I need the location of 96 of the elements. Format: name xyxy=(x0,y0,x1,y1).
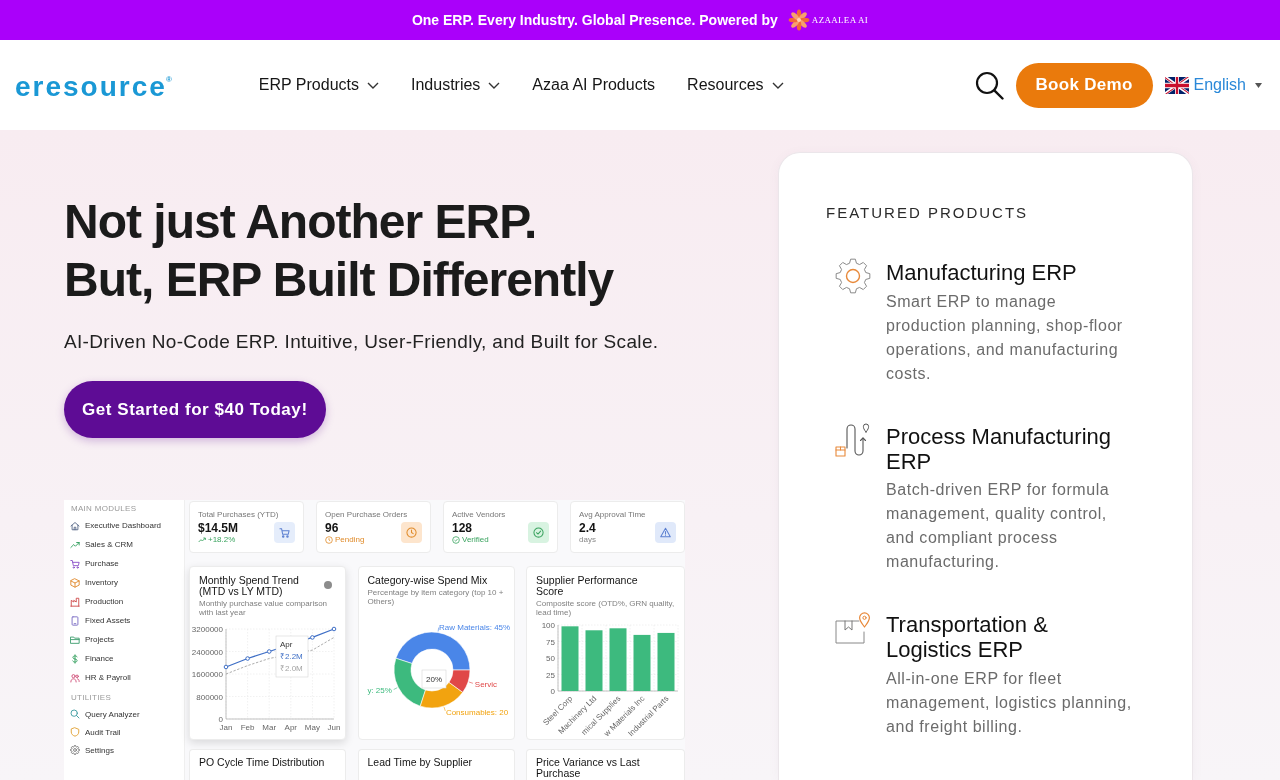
search-button[interactable] xyxy=(974,70,1004,100)
kpi-note: days xyxy=(579,535,596,544)
cart-icon xyxy=(70,558,80,569)
sidebar-item[interactable]: Fixed Assets xyxy=(64,611,184,630)
kpi-label: Total Purchases (YTD) xyxy=(198,510,280,519)
chart-subtitle: Percentage by item category (top 10 + Others) xyxy=(367,588,505,606)
clock-icon xyxy=(401,522,422,543)
trend-up-icon xyxy=(198,535,206,544)
trend-line-icon xyxy=(70,539,80,550)
sidebar-section-title: MAIN MODULES xyxy=(70,504,138,513)
nav-link[interactable]: Industries xyxy=(411,76,501,94)
sidebar-item[interactable]: Sales & CRM xyxy=(64,535,184,554)
product-title[interactable]: Transportation & Logistics ERP xyxy=(886,612,1156,662)
home-icon xyxy=(70,520,80,531)
shield-icon xyxy=(70,727,80,737)
product-description: Batch-driven ERP for formula management, quality control, and compliant process manufacturing. xyxy=(886,480,1111,572)
nav-link[interactable]: Azaa AI Products xyxy=(532,76,656,94)
nav-link[interactable]: ERP Products xyxy=(258,76,379,94)
sidebar-section-title: UTILITIES xyxy=(70,693,113,702)
kpi-label: Active Vendors xyxy=(452,510,507,519)
announcement-text: One ERP. Every Industry. Global Presence. Powered by xyxy=(411,12,778,28)
sidebar-item[interactable]: Production xyxy=(64,592,184,611)
featured-heading: FEATURED PRODUCTS xyxy=(826,204,1030,222)
axis-label: 75 xyxy=(546,637,555,647)
sidebar-item[interactable]: Projects xyxy=(64,630,184,649)
chart-bar xyxy=(633,634,651,691)
axis-label: 100 xyxy=(541,621,555,630)
product-title[interactable]: Process Manufacturing ERP xyxy=(886,423,1156,474)
sidebar-item[interactable]: Settings xyxy=(64,741,184,759)
chart-tooltip: 20% xyxy=(421,669,446,689)
chart-title: Supplier Performance Score xyxy=(536,575,639,597)
folder-icon xyxy=(70,634,80,645)
kpi-note: Verified xyxy=(462,535,489,544)
chart-subtitle: Composite score (OTD%, GRN quality, lead time) xyxy=(536,599,675,617)
kpi-value: $14.5M xyxy=(198,521,239,535)
slice-label: y: 25% xyxy=(366,686,398,695)
gear-icon xyxy=(835,258,871,294)
sidebar-item[interactable]: Query Analyzer xyxy=(64,705,184,723)
chart-bar xyxy=(561,626,579,691)
kpi-label: Avg Approval Time xyxy=(579,510,647,519)
kpi-value: 2.4 xyxy=(579,521,596,535)
axis-label: 50 xyxy=(546,654,555,663)
chart-title: Price Variance vs Last Purchase xyxy=(536,757,641,778)
get-started-button[interactable]: Get Started for $40 Today! xyxy=(64,381,326,438)
axis-label: 0 xyxy=(550,687,555,696)
search-icon xyxy=(974,70,1004,100)
product-description: Smart ERP to manage production planning, shop-floor operations, and manufacturing costs. xyxy=(886,291,1124,384)
kpi-note: Pending xyxy=(335,535,365,544)
nav-link[interactable]: Resources xyxy=(687,76,784,94)
chart-title: PO Cycle Time Distribution xyxy=(199,757,326,768)
bookmark-pin-icon xyxy=(835,610,871,646)
chart-bar xyxy=(657,632,675,691)
cube-icon xyxy=(70,577,80,588)
slice-label: Servic xyxy=(474,679,497,689)
chart-title: Category-wise Spend Mix xyxy=(367,575,488,586)
clock-icon xyxy=(325,535,333,544)
chart-bar xyxy=(585,630,603,691)
product-title[interactable]: Manufacturing ERP xyxy=(886,260,1156,285)
product-description: All-in-one ERP for fleet management, logistics planning, and freight billing. xyxy=(886,668,1133,737)
sidebar-item[interactable]: HR & Payroll xyxy=(64,668,184,687)
chart-title: Lead Time by Supplier xyxy=(367,757,473,768)
slice-label: y: 25% xyxy=(366,685,392,695)
language-selector[interactable]: English xyxy=(1164,76,1262,94)
sidebar-item[interactable]: Finance xyxy=(64,649,184,668)
kpi-note: +18.2% xyxy=(208,535,236,544)
people-icon xyxy=(70,672,80,683)
caret-down-icon xyxy=(1255,82,1262,88)
uk-flag-icon xyxy=(1164,76,1189,94)
kpi-value: 128 xyxy=(452,521,474,535)
hero-headline: Not just Another ERP. But, ERP Built Differently xyxy=(64,194,615,308)
tablet-icon xyxy=(70,615,80,626)
chevron-down-icon xyxy=(367,81,379,89)
kpi-label: Open Purchase Orders xyxy=(325,510,409,519)
flower-logo-icon xyxy=(787,9,810,31)
partner-logo-text: AZAALEA AI xyxy=(811,15,869,25)
search-icon xyxy=(70,709,80,719)
sidebar-item[interactable]: Audit Trail xyxy=(64,723,184,741)
cart-icon xyxy=(274,522,295,543)
chevron-down-icon xyxy=(771,81,784,89)
process-flow-icon xyxy=(835,421,871,458)
slice-label: Raw Materials: 45% xyxy=(437,622,510,632)
hero-subheadline: AI-Driven No-Code ERP. Intuitive, User-Friendly, and Built for Scale. xyxy=(64,330,660,354)
kpi-value: 96 xyxy=(325,521,340,535)
slice-label: Consumables: 20 xyxy=(443,706,508,717)
axis-label: 25 xyxy=(546,670,555,680)
warning-icon xyxy=(655,522,676,543)
sidebar-item[interactable]: Inventory xyxy=(64,573,184,592)
slice-label: Servic xyxy=(468,679,497,689)
dollar-icon xyxy=(70,653,80,664)
factory-icon xyxy=(70,596,80,607)
settings-icon xyxy=(70,745,80,755)
sidebar-item[interactable]: Executive Dashboard xyxy=(64,516,184,535)
check-circle-icon xyxy=(452,535,460,544)
sidebar-item[interactable]: Purchase xyxy=(64,554,184,573)
chevron-down-icon xyxy=(488,81,501,89)
chart-bar xyxy=(609,628,627,691)
